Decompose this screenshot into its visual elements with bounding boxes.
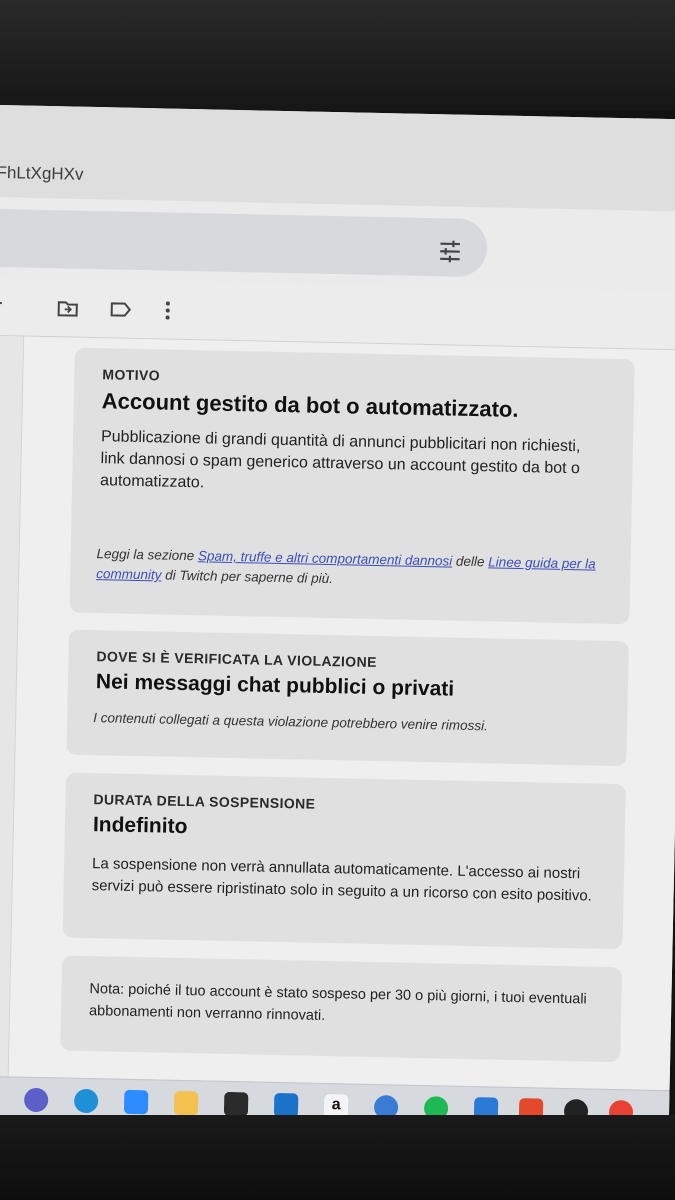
location-note: I contenuti collegati a questa violazion… [93,710,488,734]
reason-card: MOTIVO Account gestito da bot o automati… [69,347,635,625]
search-bar[interactable] [0,208,488,278]
move-to-icon[interactable] [56,296,80,320]
device-bezel-top [0,0,675,110]
more-vert-icon[interactable] [155,298,179,322]
teams-icon[interactable] [23,1087,49,1113]
reason-note-mid: delle [452,553,489,570]
tune-icon[interactable] [437,238,464,265]
url-text[interactable]: FhLtXgHXv [0,163,84,185]
device-bezel-bottom [0,1115,675,1200]
label-icon[interactable] [108,297,132,321]
duration-title: Indefinito [92,813,188,839]
microsoft-store-icon[interactable] [223,1091,249,1117]
mail-icon[interactable] [273,1092,299,1118]
add-icon[interactable] [0,295,14,319]
reason-note-prefix: Leggi la sezione [96,546,199,564]
left-rail [0,335,25,1077]
email-body: MOTIVO Account gestito da bot o automati… [0,335,675,1091]
location-label: DOVE SI È VERIFICATA LA VIOLAZIONE [96,648,377,671]
address-bar[interactable]: FhLtXgHXv [0,105,675,213]
edge-icon[interactable] [73,1088,99,1114]
location-card: DOVE SI È VERIFICATA LA VIOLAZIONE Nei m… [66,629,629,767]
notice-body: Nota: poiché il tuo account è stato sosp… [88,981,587,1025]
duration-body: La sospensione non verrà annullata autom… [91,855,592,905]
reason-label: MOTIVO [102,366,161,384]
location-title: Nei messaggi chat pubblici o privati [95,670,455,701]
reason-note: Leggi la sezione Spam, truffe e altri co… [96,544,617,595]
reason-title: Account gestito da bot o automatizzato. [101,388,519,422]
browser-screen: FhLtXgHXv MOTIVO Account gestito da bot … [0,105,675,1138]
zoom-icon[interactable] [123,1089,149,1115]
reason-note-suffix: di Twitch per saperne di più. [161,567,334,587]
notice-card: Nota: poiché il tuo account è stato sosp… [60,955,623,1063]
file-explorer-icon[interactable] [173,1090,199,1116]
spam-section-link[interactable]: Spam, truffe e altri comportamenti danno… [198,548,453,568]
reason-body: Pubblicazione di grandi quantità di annu… [99,428,581,492]
duration-card: DURATA DELLA SOSPENSIONE Indefinito La s… [62,772,626,950]
mail-header [0,196,675,292]
duration-label: DURATA DELLA SOSPENSIONE [93,791,316,812]
